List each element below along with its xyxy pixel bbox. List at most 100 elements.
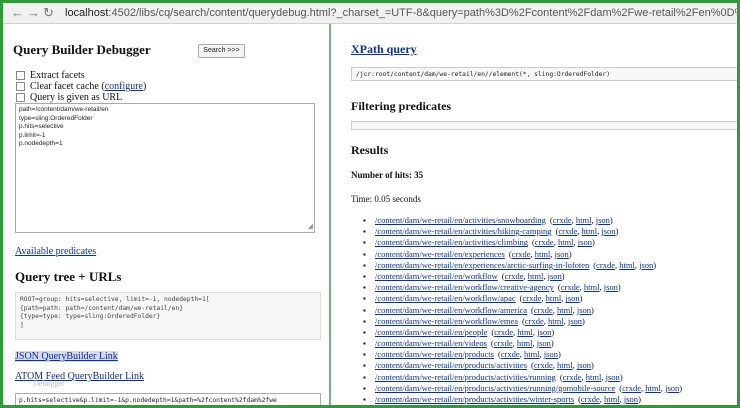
result-path-link[interactable]: /content/dam/we-retail/en/activities/hik… bbox=[375, 226, 552, 236]
json-querybuilder-link[interactable]: JSON QueryBuilder Link bbox=[15, 351, 118, 362]
result-crxde-link[interactable]: crxde bbox=[561, 282, 580, 292]
clear-facet-cache-option[interactable]: Clear facet cache (configure) bbox=[16, 81, 146, 92]
result-json-link[interactable]: json bbox=[578, 237, 592, 247]
xpath-query-link[interactable]: XPath query bbox=[351, 42, 417, 57]
result-sublinks: (crxde, html, json) bbox=[578, 394, 641, 404]
search-button[interactable]: Search >>> bbox=[198, 44, 245, 58]
reload-icon[interactable]: ↻ bbox=[43, 5, 54, 21]
query-is-url-checkbox[interactable] bbox=[16, 93, 25, 103]
query-is-url-option[interactable]: Query is given as URL bbox=[16, 92, 122, 103]
result-json-link[interactable]: json bbox=[624, 394, 638, 404]
result-sublinks: (crxde, html, json) bbox=[531, 360, 594, 371]
bullet-icon: ▪ bbox=[363, 294, 366, 304]
result-html-link[interactable]: html bbox=[524, 349, 540, 359]
result-path-link[interactable]: /content/dam/we-retail/en/products bbox=[375, 349, 494, 359]
result-item: ▪ /content/dam/we-retail/en/experiences/a… bbox=[363, 260, 682, 271]
result-crxde-link[interactable]: crxde bbox=[505, 271, 524, 281]
forward-arrow-icon[interactable]: → bbox=[27, 5, 40, 20]
extract-facets-checkbox[interactable] bbox=[16, 71, 25, 81]
result-path-link[interactable]: /content/dam/we-retail/en/workflow/apac bbox=[375, 293, 516, 303]
result-json-link[interactable]: json bbox=[548, 271, 562, 281]
result-crxde-link[interactable]: crxde bbox=[494, 338, 513, 348]
result-json-link[interactable]: json bbox=[537, 338, 551, 348]
resize-handle-icon[interactable]: ◢ bbox=[308, 223, 313, 232]
result-sublinks: (crxde, html, json) bbox=[519, 293, 583, 304]
result-html-link[interactable]: html bbox=[645, 383, 661, 393]
query-line: path=/content/dam/we-retail/en bbox=[19, 106, 109, 113]
result-path-link[interactable]: /content/dam/we-retail/en/workflow/ameri… bbox=[375, 305, 527, 315]
result-html-link[interactable]: html bbox=[557, 360, 573, 370]
result-path-link[interactable]: /content/dam/we-retail/en/workflow/emea bbox=[375, 316, 518, 326]
extract-facets-option[interactable]: Extract facets bbox=[16, 70, 85, 81]
result-json-link[interactable]: json bbox=[566, 293, 580, 303]
result-json-link[interactable]: json bbox=[577, 305, 591, 315]
result-path-link[interactable]: /content/dam/we-retail/en/products/activ… bbox=[375, 360, 527, 370]
result-crxde-link[interactable]: crxde bbox=[525, 316, 544, 326]
result-json-link[interactable]: json bbox=[568, 316, 582, 326]
result-crxde-link[interactable]: crxde bbox=[534, 360, 553, 370]
result-json-link[interactable]: json bbox=[596, 215, 610, 225]
result-path-link[interactable]: /content/dam/we-retail/en/experiences/ar… bbox=[375, 260, 589, 270]
result-path-link[interactable]: /content/dam/we-retail/en/products/activ… bbox=[375, 372, 556, 382]
results-panel: XPath query /jcr:root/content/dam/we-ret… bbox=[333, 24, 737, 405]
result-path-link[interactable]: /content/dam/we-retail/en/products/activ… bbox=[375, 394, 574, 404]
result-html-link[interactable]: html bbox=[586, 372, 602, 382]
result-json-link[interactable]: json bbox=[601, 226, 615, 236]
query-textarea[interactable]: path=/content/dam/we-retail/en type=slin… bbox=[15, 103, 315, 233]
result-html-link[interactable]: html bbox=[558, 237, 574, 247]
result-path-link[interactable]: /content/dam/we-retail/en/products/activ… bbox=[375, 383, 615, 393]
result-json-link[interactable]: json bbox=[544, 349, 558, 359]
configure-link[interactable]: configure bbox=[105, 81, 143, 92]
result-json-link[interactable]: json bbox=[537, 327, 551, 337]
result-crxde-link[interactable]: crxde bbox=[534, 305, 553, 315]
result-crxde-link[interactable]: crxde bbox=[535, 237, 554, 247]
querybuilder-url-field[interactable]: p.hits=selective&p.limit=-1&p.nodedepth=… bbox=[15, 393, 321, 405]
result-path-link[interactable]: /content/dam/we-retail/en/people bbox=[375, 327, 487, 337]
result-sublinks: (crxde, html, json) bbox=[501, 270, 565, 281]
result-html-link[interactable]: html bbox=[582, 226, 598, 236]
result-crxde-link[interactable]: crxde bbox=[581, 394, 600, 404]
result-json-link[interactable]: json bbox=[577, 360, 591, 370]
bullet-icon: ▪ bbox=[363, 350, 366, 360]
result-crxde-link[interactable]: crxde bbox=[596, 260, 615, 270]
result-html-link[interactable]: html bbox=[517, 327, 533, 337]
result-json-link[interactable]: json bbox=[639, 260, 653, 270]
result-html-link[interactable]: html bbox=[576, 215, 592, 225]
bullet-icon: ▪ bbox=[363, 271, 366, 281]
result-json-link[interactable]: json bbox=[555, 249, 569, 259]
result-json-link[interactable]: json bbox=[606, 372, 620, 382]
result-html-link[interactable]: html bbox=[557, 305, 573, 315]
result-path-link[interactable]: /content/dam/we-retail/en/workflow bbox=[375, 271, 498, 281]
result-html-link[interactable]: html bbox=[584, 282, 600, 292]
result-html-link[interactable]: html bbox=[619, 260, 635, 270]
url-text[interactable]: localhost:4502/libs/cq/search/content/qu… bbox=[65, 7, 737, 19]
result-path-link[interactable]: /content/dam/we-retail/en/experiences bbox=[375, 249, 505, 259]
result-html-link[interactable]: html bbox=[517, 338, 533, 348]
result-html-link[interactable]: html bbox=[548, 316, 564, 326]
result-path-link[interactable]: /content/dam/we-retail/en/activities/sno… bbox=[375, 215, 546, 225]
bullet-icon: ▪ bbox=[363, 260, 366, 270]
result-html-link[interactable]: html bbox=[604, 394, 620, 404]
result-crxde-link[interactable]: crxde bbox=[494, 327, 513, 337]
available-predicates-link[interactable]: Available predicates bbox=[15, 246, 96, 257]
result-crxde-link[interactable]: crxde bbox=[553, 215, 572, 225]
result-item: ▪ /content/dam/we-retail/en/activities/sn… bbox=[363, 215, 682, 226]
result-path-link[interactable]: /content/dam/we-retail/en/activities/cli… bbox=[375, 237, 528, 247]
result-crxde-link[interactable]: crxde bbox=[501, 349, 520, 359]
address-bar[interactable]: ← → ↻ localhost:4502/libs/cq/search/cont… bbox=[3, 3, 737, 24]
result-html-link[interactable]: html bbox=[546, 293, 562, 303]
result-json-link[interactable]: json bbox=[604, 282, 618, 292]
result-crxde-link[interactable]: crxde bbox=[512, 249, 531, 259]
result-item: ▪ /content/dam/we-retail/en/products/acti… bbox=[363, 360, 682, 371]
back-arrow-icon[interactable]: ← bbox=[11, 5, 24, 20]
result-crxde-link[interactable]: crxde bbox=[558, 226, 577, 236]
result-crxde-link[interactable]: crxde bbox=[563, 372, 582, 382]
result-html-link[interactable]: html bbox=[528, 271, 544, 281]
result-crxde-link[interactable]: crxde bbox=[523, 293, 542, 303]
clear-facet-cache-checkbox[interactable] bbox=[16, 82, 25, 92]
result-html-link[interactable]: html bbox=[535, 249, 551, 259]
result-path-link[interactable]: /content/dam/we-retail/en/workflow/creat… bbox=[375, 282, 554, 292]
result-path-link[interactable]: /content/dam/we-retail/en/videos bbox=[375, 338, 487, 348]
result-json-link[interactable]: json bbox=[665, 383, 679, 393]
result-crxde-link[interactable]: crxde bbox=[622, 383, 641, 393]
